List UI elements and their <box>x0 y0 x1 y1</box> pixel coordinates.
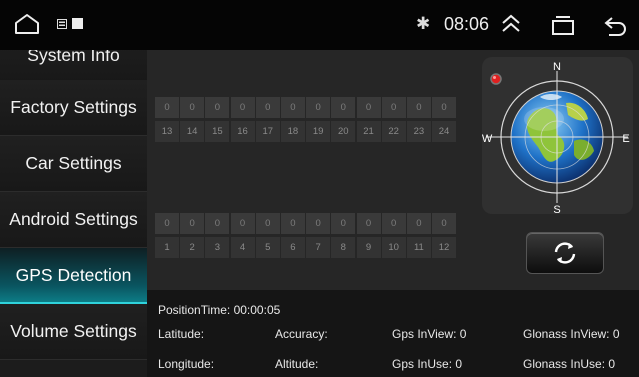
compass-south: S <box>553 204 560 214</box>
compass-north: N <box>553 61 561 73</box>
status-bar: ✱ 08:06 <box>0 0 639 50</box>
satellite-number: 19 <box>306 121 331 142</box>
satellite-number: 9 <box>356 237 381 258</box>
signal-value: 0 <box>381 97 406 118</box>
recent-apps-icon[interactable] <box>552 15 574 35</box>
signal-value: 0 <box>331 213 356 234</box>
longitude-label: Longitude: <box>158 357 215 371</box>
sidebar-item-label: Factory Settings <box>10 97 137 117</box>
notification-icon <box>57 19 67 29</box>
satellite-number: 21 <box>356 121 381 142</box>
gps-inview: Gps InView: 0 <box>392 327 467 341</box>
signal-value: 0 <box>280 97 305 118</box>
satellite-number: 8 <box>331 237 356 258</box>
satellite-number: 23 <box>406 121 431 142</box>
signal-value: 0 <box>381 213 406 234</box>
satellite-number: 16 <box>230 121 255 142</box>
sidebar-item-volume-settings[interactable]: Volume Settings <box>0 304 147 360</box>
satellite-number: 13 <box>155 121 179 142</box>
satellite-number: 6 <box>280 237 305 258</box>
signal-value: 0 <box>230 213 255 234</box>
sidebar-item-system-info[interactable]: System Info <box>0 50 147 84</box>
satellite-number: 17 <box>255 121 280 142</box>
signal-value: 0 <box>180 97 205 118</box>
home-icon[interactable] <box>14 13 40 35</box>
satellite-number: 18 <box>280 121 305 142</box>
gps-inuse: Gps InUse: 0 <box>392 357 463 371</box>
signal-value: 0 <box>306 97 331 118</box>
back-icon[interactable] <box>603 14 627 36</box>
settings-sidebar: System Info Factory Settings Car Setting… <box>0 50 147 377</box>
satellite-number: 3 <box>205 237 230 258</box>
sidebar-item-gps-detection[interactable]: GPS Detection <box>0 248 147 304</box>
satellite-number: 22 <box>381 121 406 142</box>
satellite-number: 5 <box>255 237 280 258</box>
satellite-number: 15 <box>205 121 230 142</box>
clock: 08:06 <box>444 14 490 34</box>
satellite-number: 2 <box>180 237 205 258</box>
gps-detection-panel: 0 0 0 0 0 0 0 0 0 0 0 0 13 14 15 16 17 1… <box>147 50 639 290</box>
gps-status-led <box>490 73 502 85</box>
expand-up-icon[interactable] <box>499 12 523 36</box>
signal-value: 0 <box>406 97 431 118</box>
glonass-inview: Glonass InView: 0 <box>523 327 620 341</box>
satellite-signal-grid-top: 0 0 0 0 0 0 0 0 0 0 0 0 13 14 15 16 17 1… <box>155 97 457 142</box>
sidebar-item-android-settings[interactable]: Android Settings <box>0 192 147 248</box>
signal-value: 0 <box>205 213 230 234</box>
signal-value: 0 <box>432 213 457 234</box>
sidebar-item-car-settings[interactable]: Car Settings <box>0 136 147 192</box>
signal-value: 0 <box>356 213 381 234</box>
altitude-label: Altitude: <box>275 357 319 371</box>
signal-value: 0 <box>331 97 356 118</box>
signal-value: 0 <box>205 97 230 118</box>
signal-value: 0 <box>356 97 381 118</box>
sidebar-item-label: Volume Settings <box>10 321 137 341</box>
satellite-number: 10 <box>381 237 406 258</box>
refresh-icon <box>554 242 576 264</box>
signal-value: 0 <box>255 213 280 234</box>
satellite-number: 14 <box>180 121 205 142</box>
satellite-number: 20 <box>331 121 356 142</box>
signal-value: 0 <box>280 213 305 234</box>
notification-square-icon <box>72 18 83 29</box>
signal-value: 0 <box>406 213 431 234</box>
signal-value: 0 <box>255 97 280 118</box>
satellite-number: 7 <box>306 237 331 258</box>
satellite-signal-grid-bottom: 0 0 0 0 0 0 0 0 0 0 0 0 1 2 3 4 5 6 7 8 … <box>155 213 457 258</box>
bluetooth-icon: ✱ <box>416 14 431 34</box>
gps-info-panel: PositionTime: 00:00:05 Latitude: Accurac… <box>147 290 639 377</box>
sidebar-item-label: System Info <box>27 50 120 65</box>
satellite-number: 11 <box>406 237 431 258</box>
satellite-number: 1 <box>155 237 179 258</box>
sidebar-item-label: Android Settings <box>9 209 138 229</box>
latitude-label: Latitude: <box>158 327 205 341</box>
satellite-number: 12 <box>432 237 457 258</box>
satellite-number: 24 <box>432 121 457 142</box>
refresh-button[interactable] <box>526 232 604 274</box>
signal-value: 0 <box>306 213 331 234</box>
glonass-inuse: Glonass InUse: 0 <box>523 357 616 371</box>
accuracy-label: Accuracy: <box>275 327 328 341</box>
sidebar-item-label: Car Settings <box>25 153 122 173</box>
satellite-number: 4 <box>230 237 255 258</box>
signal-value: 0 <box>230 97 255 118</box>
position-time: PositionTime: 00:00:05 <box>158 303 281 317</box>
sidebar-item-label: GPS Detection <box>15 264 132 285</box>
compass-west: W <box>482 133 493 145</box>
signal-value: 0 <box>180 213 205 234</box>
sidebar-item-factory-settings[interactable]: Factory Settings <box>0 80 147 136</box>
gps-compass-globe: N S E W <box>482 57 633 214</box>
globe-icon: N S E W <box>482 61 630 214</box>
signal-value: 0 <box>155 213 179 234</box>
signal-value: 0 <box>432 97 457 118</box>
compass-east: E <box>622 133 629 145</box>
signal-value: 0 <box>155 97 179 118</box>
